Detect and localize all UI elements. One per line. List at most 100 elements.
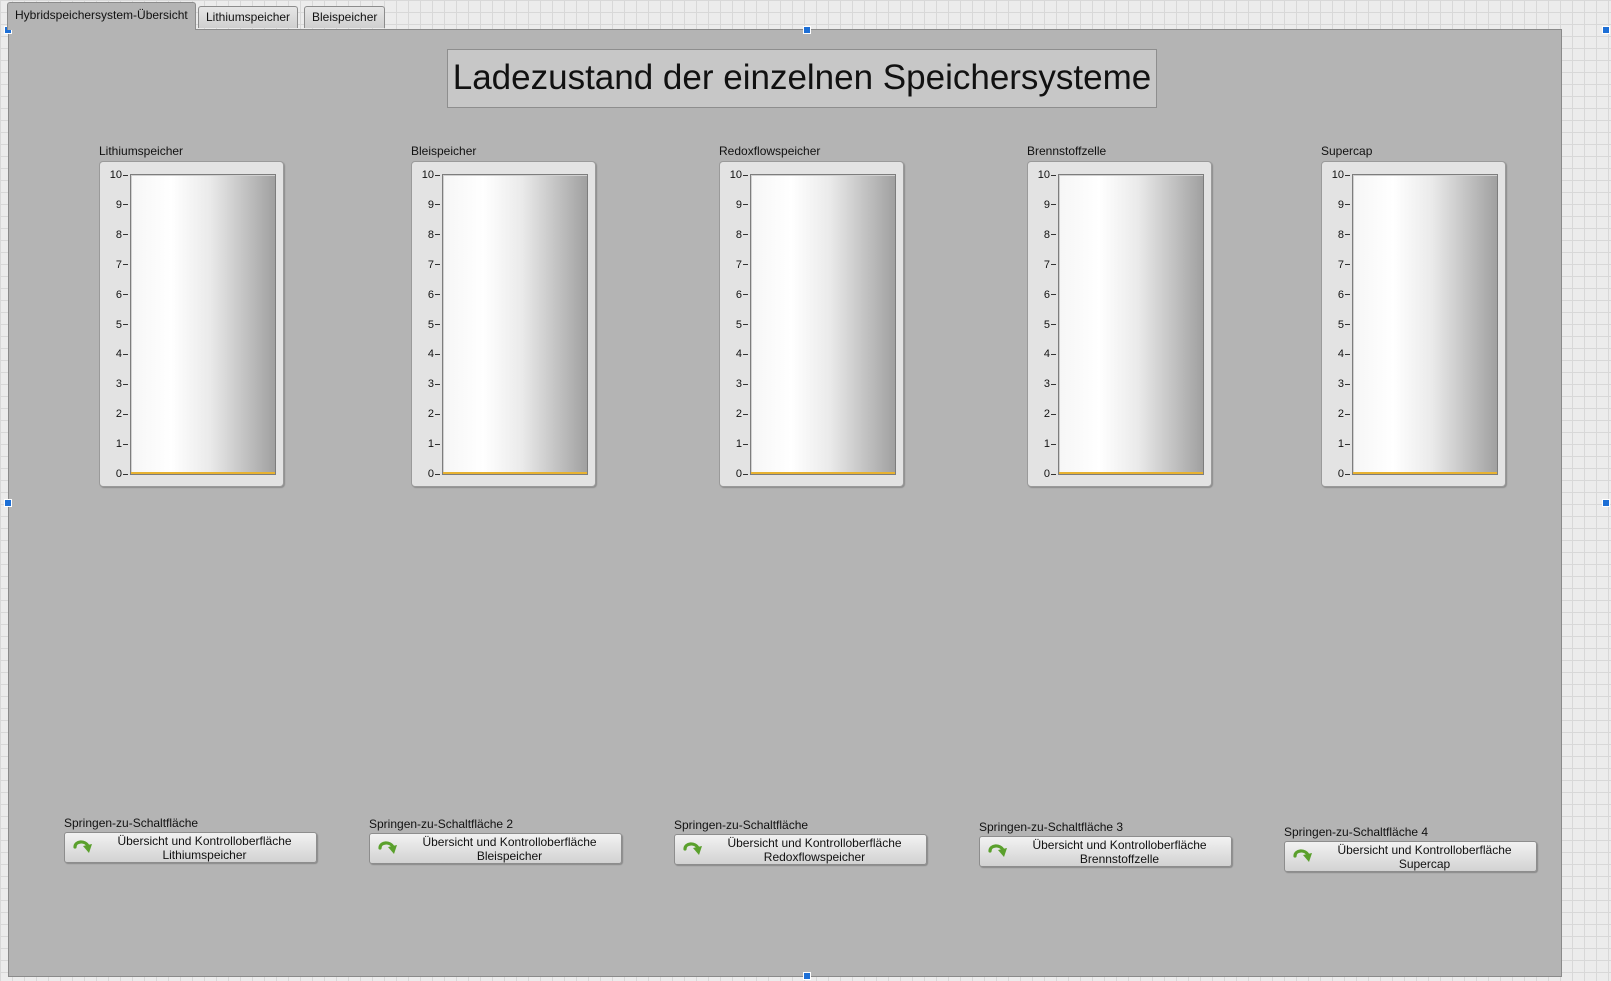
scale-tick: 8 bbox=[100, 229, 128, 241]
jump-button-brennstoffzelle[interactable]: Übersicht und Kontrolloberfläche Brennsto… bbox=[979, 836, 1232, 867]
scale-tick: 6 bbox=[1028, 289, 1056, 301]
green-curved-arrow-icon bbox=[377, 838, 399, 860]
scale-tick: 5 bbox=[412, 319, 440, 331]
gauge-label-redoxflowspeicher: Redoxflowspeicher bbox=[719, 144, 821, 158]
tank-indicator-redoxflowspeicher: 10 9 8 7 6 5 4 3 2 1 0 bbox=[719, 161, 904, 487]
tank-body bbox=[1352, 174, 1498, 475]
scale-tick: 0 bbox=[100, 468, 128, 480]
scale-tick: 7 bbox=[1028, 259, 1056, 271]
scale-tick: 10 bbox=[100, 169, 128, 181]
scale-tick: 7 bbox=[720, 259, 748, 271]
jump-button-bleispeicher[interactable]: Übersicht und Kontrolloberfläche Bleispei… bbox=[369, 833, 622, 864]
scale-tick: 3 bbox=[412, 378, 440, 390]
scale-tick: 9 bbox=[720, 199, 748, 211]
scale-tick: 8 bbox=[720, 229, 748, 241]
jump-button-lithiumspeicher[interactable]: Übersicht und Kontrolloberfläche Lithiums… bbox=[64, 832, 317, 863]
scale-tick: 9 bbox=[100, 199, 128, 211]
tank-fill-level bbox=[1353, 472, 1497, 474]
tank-indicator-brennstoffzelle: 10 9 8 7 6 5 4 3 2 1 0 bbox=[1027, 161, 1212, 487]
scale-tick: 4 bbox=[412, 348, 440, 360]
scale-tick: 8 bbox=[1322, 229, 1350, 241]
tank-fill-level bbox=[443, 472, 587, 474]
scale-tick: 8 bbox=[1028, 229, 1056, 241]
jump-button-caption: Springen-zu-Schaltfläche 4 bbox=[1284, 825, 1429, 839]
jump-button-redoxflowspeicher[interactable]: Übersicht und Kontrolloberfläche Redoxflo… bbox=[674, 834, 927, 865]
scale-tick: 7 bbox=[412, 259, 440, 271]
jump-button-caption: Springen-zu-Schaltfläche 3 bbox=[979, 820, 1124, 834]
tab-bleispeicher[interactable]: Bleispeicher bbox=[304, 6, 386, 28]
jump-button-text: Übersicht und Kontrolloberfläche Lithiums… bbox=[97, 834, 312, 862]
page-title: Ladezustand der einzelnen Speichersystem… bbox=[447, 49, 1157, 108]
scale-tick: 7 bbox=[1322, 259, 1350, 271]
jump-button-label-line1: Übersicht und Kontrolloberfläche bbox=[1337, 843, 1512, 857]
scale-tick: 3 bbox=[100, 378, 128, 390]
jump-button-caption: Springen-zu-Schaltfläche 2 bbox=[369, 817, 514, 831]
scale-tick: 1 bbox=[1028, 438, 1056, 450]
tank-indicator-lithiumspeicher: 10 9 8 7 6 5 4 3 2 1 0 bbox=[99, 161, 284, 487]
scale-tick: 5 bbox=[1028, 319, 1056, 331]
tank-body bbox=[1058, 174, 1204, 475]
scale-tick: 5 bbox=[720, 319, 748, 331]
scale-tick: 4 bbox=[1322, 348, 1350, 360]
scale-tick: 2 bbox=[100, 408, 128, 420]
scale-tick: 8 bbox=[412, 229, 440, 241]
scale-tick: 6 bbox=[720, 289, 748, 301]
scale-tick: 1 bbox=[412, 438, 440, 450]
tank-indicator-bleispeicher: 10 9 8 7 6 5 4 3 2 1 0 bbox=[411, 161, 596, 487]
scale-tick: 0 bbox=[1028, 468, 1056, 480]
jump-button-caption: Springen-zu-Schaltfläche bbox=[64, 816, 199, 830]
scale-tick: 2 bbox=[720, 408, 748, 420]
selection-handle[interactable] bbox=[1602, 26, 1610, 34]
selection-handle[interactable] bbox=[803, 972, 811, 980]
jump-button-supercap[interactable]: Übersicht und Kontrolloberfläche Supercap bbox=[1284, 841, 1537, 872]
scale-tick: 5 bbox=[1322, 319, 1350, 331]
scale-tick: 4 bbox=[1028, 348, 1056, 360]
jump-button-label-line2: Lithiumspeicher bbox=[162, 848, 247, 862]
scale-tick: 7 bbox=[100, 259, 128, 271]
green-curved-arrow-icon bbox=[987, 841, 1009, 863]
scale-tick: 0 bbox=[720, 468, 748, 480]
scale-tick: 0 bbox=[1322, 468, 1350, 480]
scale-tick: 2 bbox=[1028, 408, 1056, 420]
green-curved-arrow-icon bbox=[682, 839, 704, 861]
jump-button-caption: Springen-zu-Schaltfläche bbox=[674, 818, 809, 832]
scale-tick: 6 bbox=[100, 289, 128, 301]
jump-button-label-line1: Übersicht und Kontrolloberfläche bbox=[117, 834, 292, 848]
jump-button-label-line2: Brennstoffzelle bbox=[1079, 852, 1160, 866]
jump-button-label-line2: Bleispeicher bbox=[476, 849, 543, 863]
scale-tick: 6 bbox=[1322, 289, 1350, 301]
tank-body bbox=[130, 174, 276, 475]
scale-tick: 10 bbox=[1322, 169, 1350, 181]
scale-tick: 6 bbox=[412, 289, 440, 301]
scale-tick: 0 bbox=[412, 468, 440, 480]
scale-tick: 10 bbox=[720, 169, 748, 181]
gauge-label-brennstoffzelle: Brennstoffzelle bbox=[1027, 144, 1107, 158]
scale-tick: 9 bbox=[1028, 199, 1056, 211]
jump-button-label-line2: Redoxflowspeicher bbox=[763, 850, 866, 864]
selection-handle[interactable] bbox=[803, 26, 811, 34]
scale-tick: 9 bbox=[1322, 199, 1350, 211]
scale-tick: 2 bbox=[412, 408, 440, 420]
selection-handle[interactable] bbox=[4, 499, 12, 507]
green-curved-arrow-icon bbox=[72, 837, 94, 859]
tank-fill-level bbox=[751, 472, 895, 474]
tank-fill-level bbox=[131, 472, 275, 474]
gauge-label-bleispeicher: Bleispeicher bbox=[411, 144, 477, 158]
tab-lithiumspeicher[interactable]: Lithiumspeicher bbox=[198, 6, 299, 28]
scale-tick: 2 bbox=[1322, 408, 1350, 420]
tank-indicator-supercap: 10 9 8 7 6 5 4 3 2 1 0 bbox=[1321, 161, 1506, 487]
jump-button-text: Übersicht und Kontrolloberfläche Supercap bbox=[1317, 843, 1532, 871]
jump-button-label-line1: Übersicht und Kontrolloberfläche bbox=[422, 835, 597, 849]
scale-tick: 10 bbox=[1028, 169, 1056, 181]
scale-tick: 1 bbox=[100, 438, 128, 450]
gauge-label-lithiumspeicher: Lithiumspeicher bbox=[99, 144, 184, 158]
tab-hybridspeichersystem-uebersicht[interactable]: Hybridspeichersystem-Übersicht bbox=[7, 2, 196, 30]
jump-button-text: Übersicht und Kontrolloberfläche Redoxflo… bbox=[707, 836, 922, 864]
jump-button-text: Übersicht und Kontrolloberfläche Bleispei… bbox=[402, 835, 617, 863]
scale-tick: 3 bbox=[720, 378, 748, 390]
scale-tick: 10 bbox=[412, 169, 440, 181]
scale-tick: 3 bbox=[1028, 378, 1056, 390]
green-curved-arrow-icon bbox=[1292, 846, 1314, 868]
scale-tick: 3 bbox=[1322, 378, 1350, 390]
selection-handle[interactable] bbox=[1602, 499, 1610, 507]
